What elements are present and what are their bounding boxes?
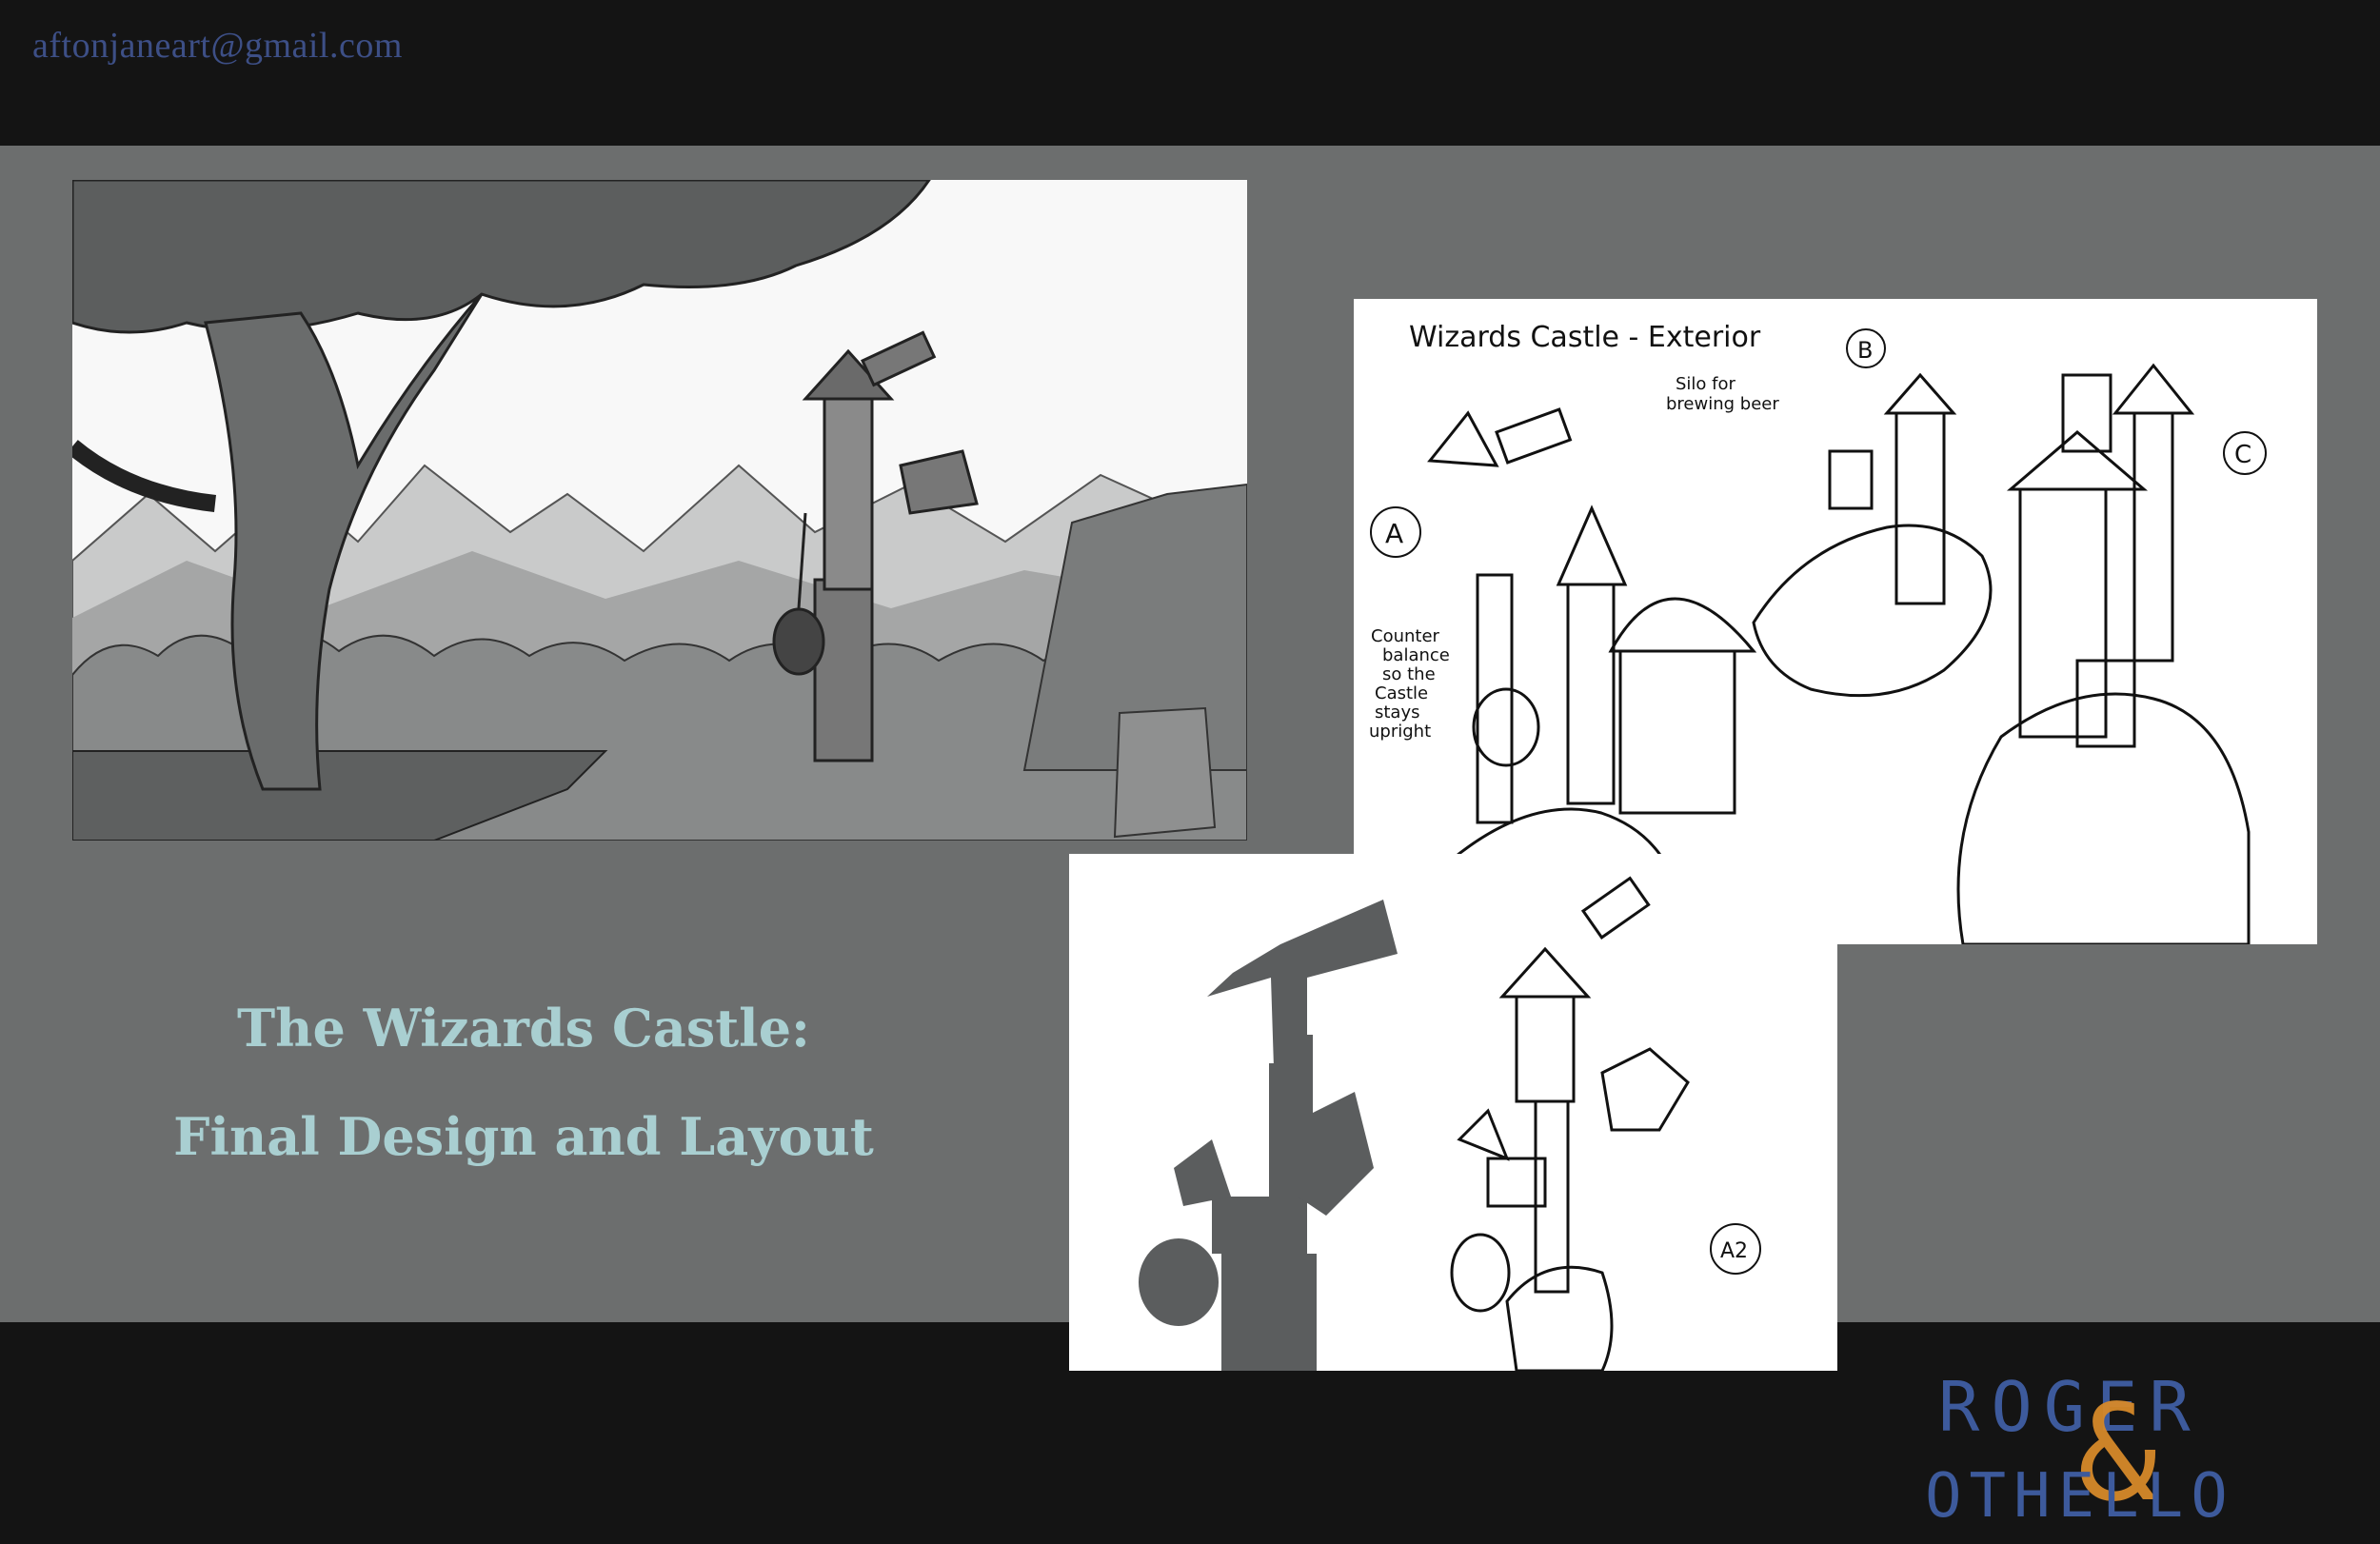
logo-bottom-word: OTHELLO bbox=[1925, 1461, 2235, 1528]
scene-layout-image bbox=[72, 180, 1247, 841]
roger-othello-logo: ROGER & OTHELLO bbox=[1925, 1356, 2363, 1532]
top-band bbox=[0, 0, 2380, 146]
label-b: B bbox=[1857, 337, 1873, 364]
label-a2: A2 bbox=[1720, 1239, 1748, 1263]
label-a: A bbox=[1385, 518, 1403, 549]
exterior-sketch-sheet: Wizards Castle - Exterior A B C Silo for… bbox=[1354, 299, 2317, 944]
silo-note: Silo for brewing beer bbox=[1666, 374, 1779, 414]
sketch-heading: Wizards Castle - Exterior bbox=[1409, 321, 1761, 354]
page-title: The Wizards Castle: bbox=[237, 998, 810, 1059]
label-c: C bbox=[2234, 441, 2251, 469]
logo-top-word: ROGER bbox=[1938, 1367, 2202, 1447]
silhouette-sheet: A2 bbox=[1069, 854, 1837, 1371]
contact-email[interactable]: aftonjaneart@gmail.com bbox=[32, 25, 403, 67]
counter-balance-note: Counter balance so the Castle stays upri… bbox=[1369, 626, 1456, 742]
castle-line-drawing bbox=[1450, 876, 1690, 1371]
page-subtitle: Final Design and Layout bbox=[173, 1106, 874, 1167]
castle-silhouette bbox=[1139, 900, 1398, 1371]
